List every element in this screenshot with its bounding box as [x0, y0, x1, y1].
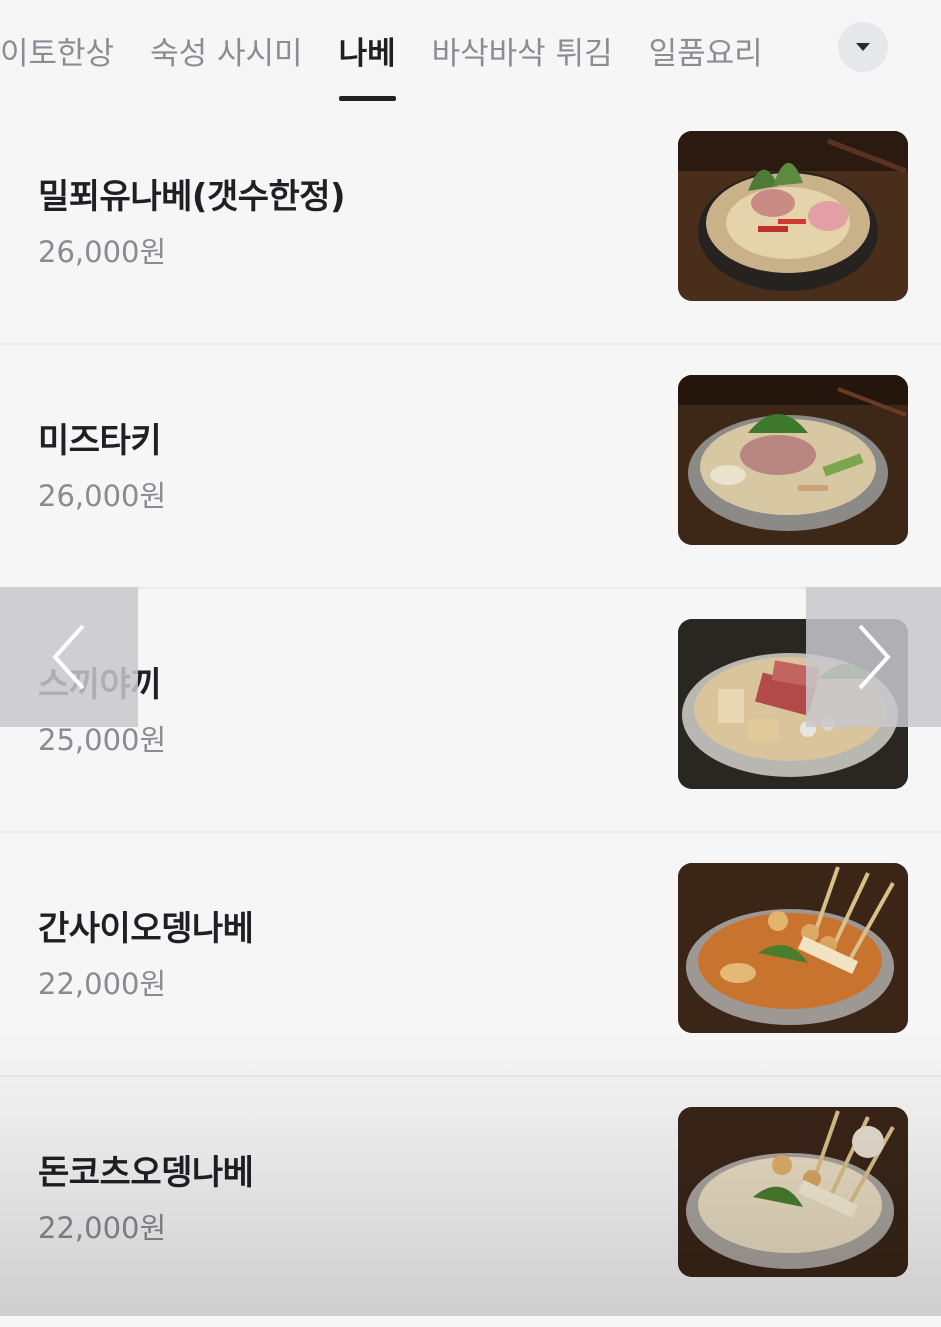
category-tabs: 이토한상 숙성 사시미 나베 바삭바삭 튀김 일품요리 [0, 0, 781, 101]
menu-item[interactable]: 돈코츠오뎅나베 22,000원 [0, 1077, 941, 1327]
category-more-button[interactable] [838, 22, 888, 72]
tonkotsu-oden-nabe-photo [678, 1107, 908, 1277]
tab-aged-sashimi[interactable]: 숙성 사시미 [132, 0, 320, 101]
menu-item-name: 돈코츠오뎅나베 [38, 1153, 254, 1193]
menu-item[interactable]: 밀푀유나베(갯수한정) 26,000원 [0, 101, 941, 345]
menu-item-name: 밀푀유나베(갯수한정) [38, 177, 346, 217]
chevron-right-icon [858, 624, 891, 690]
menu-item[interactable]: 미즈타키 26,000원 [0, 345, 941, 589]
millefeuille-nabe-photo [678, 131, 908, 301]
menu-list: 밀푀유나베(갯수한정) 26,000원 미즈타키 26,000원 25,000원… [0, 101, 941, 1327]
tab-nabe[interactable]: 나베 [321, 0, 414, 101]
category-tab-bar: 이토한상 숙성 사시미 나베 바삭바삭 튀김 일품요리 [0, 0, 941, 103]
tab-itohansang[interactable]: 이토한상 [0, 0, 132, 101]
mizutaki-photo [678, 375, 908, 545]
tab-ilpum[interactable]: 일품요리 [631, 0, 781, 101]
chevron-down-icon [856, 43, 870, 51]
menu-item[interactable]: 스끼야끼 25,000원 [0, 589, 941, 833]
tab-crispy-tempura[interactable]: 바삭바삭 튀김 [414, 0, 631, 101]
menu-item-price: 26,000원 [38, 235, 167, 269]
gallery-prev-button[interactable] [0, 587, 138, 727]
gallery-next-button[interactable] [806, 587, 941, 727]
kansai-oden-nabe-photo [678, 863, 908, 1033]
menu-item-price: 22,000원 [38, 1211, 167, 1245]
menu-item[interactable]: 간사이오뎅나베 22,000원 [0, 833, 941, 1077]
menu-item-name: 미즈타키 [38, 421, 162, 461]
menu-item-name: 간사이오뎅나베 [38, 909, 254, 949]
menu-item-price: 26,000원 [38, 479, 167, 513]
chevron-left-icon [52, 624, 85, 690]
menu-item-price: 22,000원 [38, 967, 167, 1001]
